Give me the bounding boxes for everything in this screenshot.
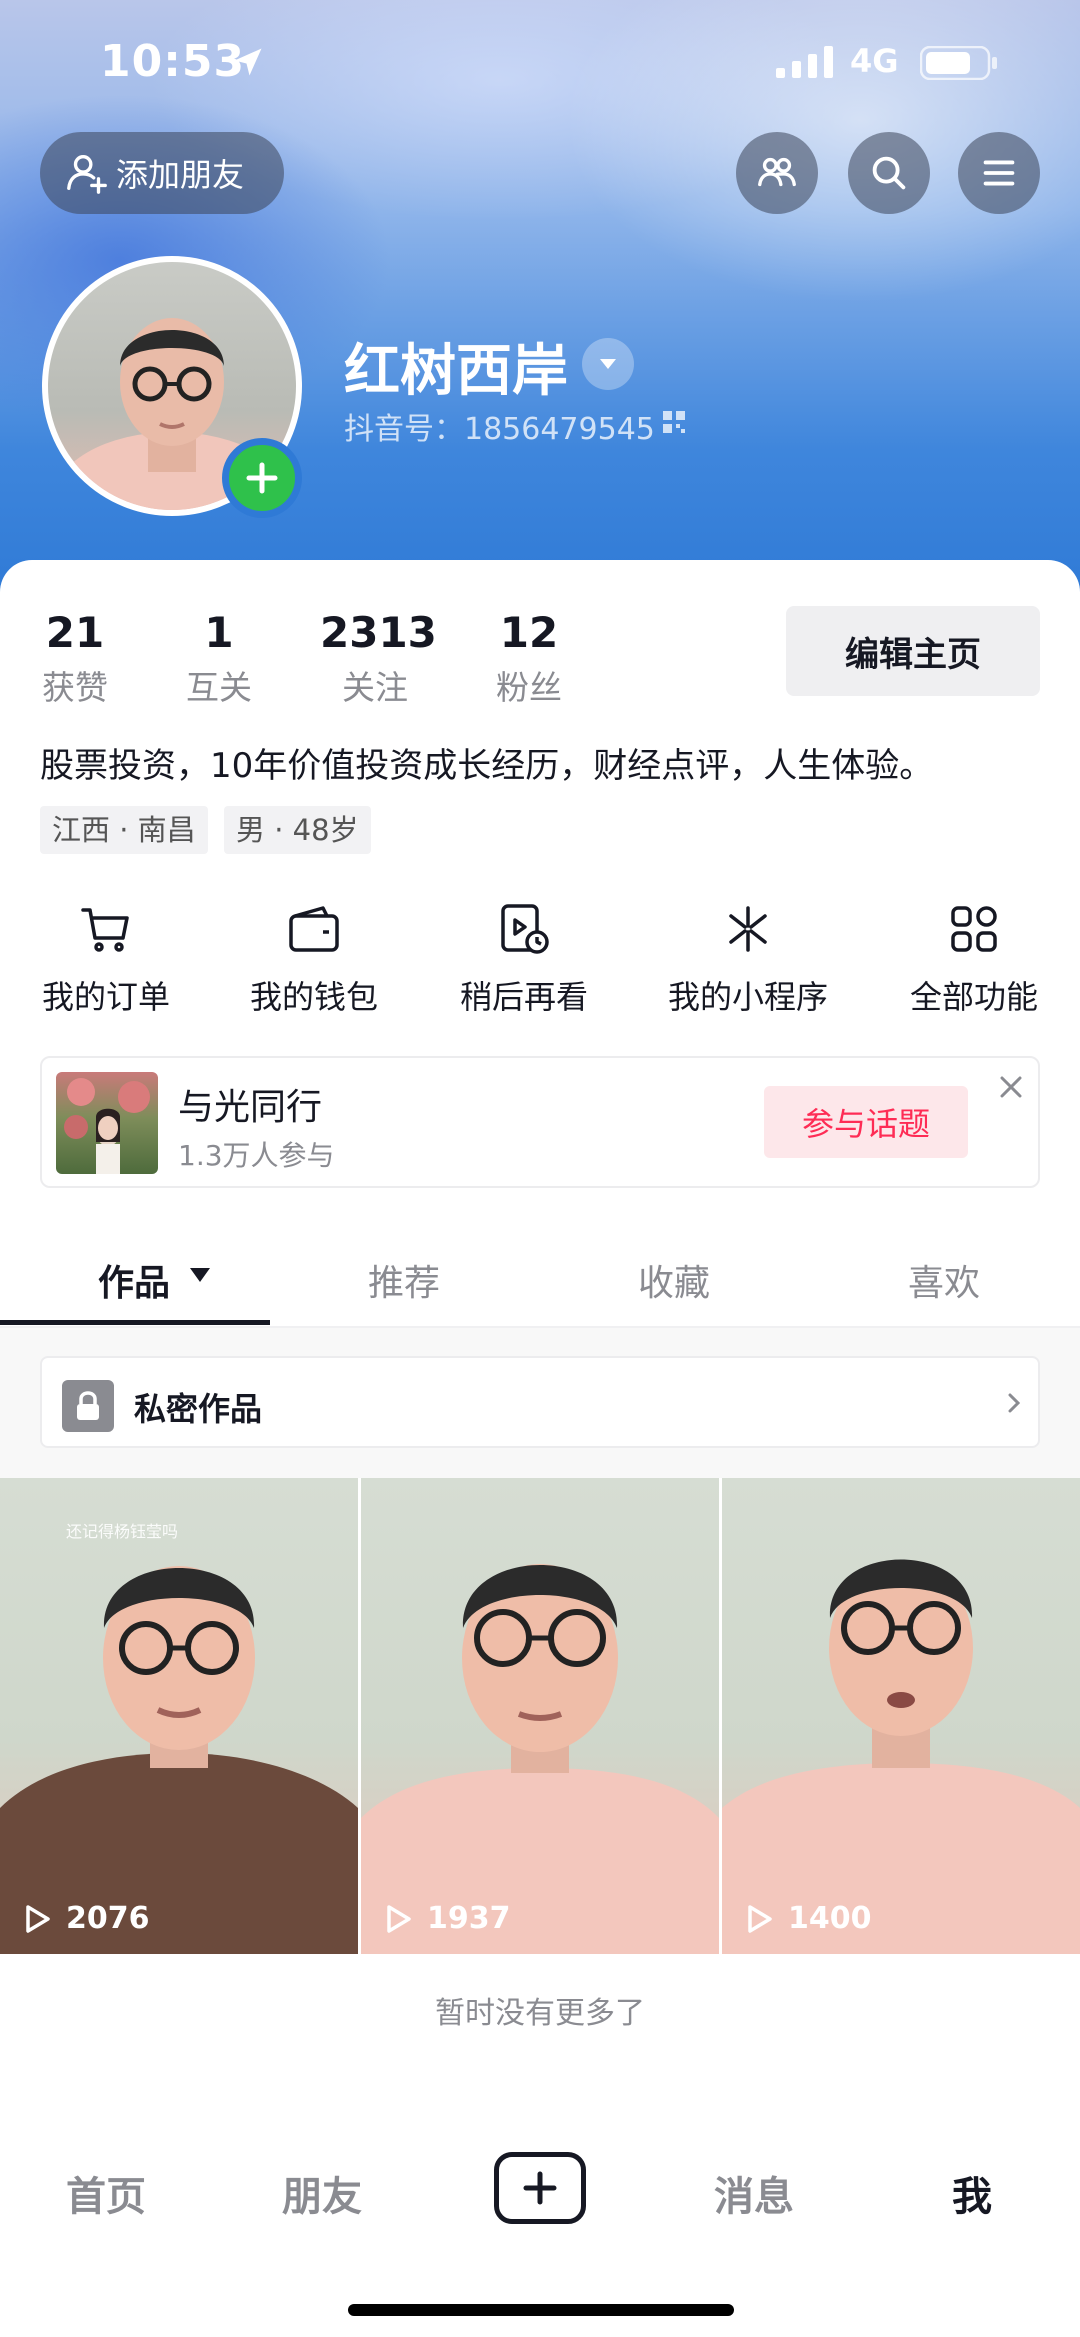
watch-later-icon [501, 904, 549, 954]
location-tag: 江西 · 南昌 [40, 806, 208, 854]
video-thumbnail[interactable]: 还记得杨钰莹吗 2076 [0, 1478, 358, 1954]
all-functions-icon [951, 906, 997, 952]
play-count-value: 1400 [788, 1901, 872, 1936]
location-arrow-icon [234, 48, 262, 76]
my-orders-button[interactable]: 我的订单 [6, 900, 206, 1018]
tab-favorites[interactable]: 收藏 [638, 1254, 710, 1306]
nav-friends[interactable]: 朋友 [282, 2164, 362, 2222]
battery-icon [920, 46, 997, 80]
nav-messages[interactable]: 消息 [714, 2164, 794, 2222]
status-bar: 10:53 4G [0, 30, 1080, 100]
plus-icon [246, 462, 278, 494]
video-thumbnail[interactable]: 1400 [722, 1478, 1080, 1954]
play-icon [748, 1904, 772, 1933]
menu-button[interactable] [958, 132, 1040, 214]
play-count-value: 1937 [427, 1901, 511, 1936]
qr-code-icon[interactable] [662, 410, 686, 434]
video-frame [361, 1564, 719, 1954]
no-more-content-text: 暂时没有更多了 [435, 1996, 645, 2031]
topic-participants: 1.3万人参与 [178, 1139, 335, 1172]
video-caption: 还记得杨钰莹吗 [66, 1522, 179, 1541]
mini-program-icon [729, 906, 767, 952]
mini-program-label: 我的小程序 [667, 978, 828, 1016]
nav-me[interactable]: 我 [952, 2164, 992, 2222]
topic-title: 与光同行 [178, 1087, 323, 1128]
play-count-value: 2076 [66, 1901, 150, 1936]
stat-followers-label: 粉丝 [496, 668, 562, 707]
search-icon [872, 156, 906, 190]
stat-likes[interactable]: 21 获赞 [40, 608, 110, 709]
play-count: 1937 [381, 1901, 511, 1936]
play-icon [26, 1904, 50, 1933]
close-icon[interactable] [996, 1072, 1026, 1102]
signal-icon [776, 46, 833, 78]
add-friend-button[interactable]: 添加朋友 [40, 132, 284, 214]
account-switch-button[interactable] [582, 338, 634, 390]
video-thumbnail[interactable]: 1937 [361, 1478, 719, 1954]
friends-button[interactable] [736, 132, 818, 214]
avatar-add-button[interactable] [222, 438, 302, 518]
search-button[interactable] [848, 132, 930, 214]
add-user-icon [67, 155, 107, 194]
status-time: 10:53 [100, 36, 246, 87]
gender-age-tag: 男 · 48岁 [224, 806, 371, 854]
stat-following-label: 关注 [342, 668, 408, 707]
nav-home[interactable]: 首页 [66, 2164, 146, 2222]
stat-mutual-number: 1 [204, 608, 234, 657]
stat-likes-label: 获赞 [42, 668, 108, 707]
my-orders-label: 我的订单 [41, 978, 170, 1016]
mini-program-button[interactable]: 我的小程序 [648, 900, 848, 1018]
edit-profile-button[interactable]: 编辑主页 [786, 606, 1040, 696]
my-wallet-label: 我的钱包 [249, 978, 378, 1016]
stat-followers[interactable]: 12 粉丝 [494, 608, 564, 709]
network-type: 4G [850, 42, 899, 80]
chevron-right-icon [1008, 1393, 1021, 1413]
tab-works[interactable]: 作品 [98, 1254, 170, 1306]
friends-icon [758, 157, 796, 187]
profile-nickname: 红树西岸 [344, 339, 568, 404]
watch-later-button[interactable]: 稍后再看 [424, 900, 624, 1018]
wallet-icon [289, 906, 339, 952]
plus-icon [523, 2171, 557, 2205]
add-friend-label: 添加朋友 [116, 156, 245, 194]
home-indicator [348, 2304, 734, 2316]
play-icon [387, 1904, 411, 1933]
tab-recommend[interactable]: 推荐 [368, 1254, 440, 1306]
join-topic-button[interactable]: 参与话题 [764, 1086, 968, 1158]
topic-banner[interactable]: 与光同行 1.3万人参与 参与话题 [40, 1056, 1040, 1188]
stat-mutual-label: 互关 [186, 668, 252, 707]
private-works-label: 私密作品 [134, 1390, 263, 1428]
play-count: 1400 [742, 1901, 872, 1936]
tab-likes[interactable]: 喜欢 [908, 1254, 980, 1306]
private-works-row[interactable]: 私密作品 [40, 1356, 1040, 1448]
stat-followers-number: 12 [499, 608, 559, 657]
watch-later-label: 稍后再看 [459, 978, 588, 1016]
video-frame [722, 1559, 1080, 1954]
stat-following-number: 2313 [320, 608, 437, 657]
caret-down-icon[interactable] [188, 1266, 212, 1284]
stat-mutual[interactable]: 1 互关 [184, 608, 254, 709]
video-frame [0, 1566, 358, 1954]
all-functions-button[interactable]: 全部功能 [874, 900, 1074, 1018]
stat-following[interactable]: 2313 关注 [320, 608, 437, 709]
lock-icon [62, 1380, 114, 1432]
all-functions-label: 全部功能 [909, 978, 1038, 1016]
stat-likes-number: 21 [45, 608, 105, 657]
my-wallet-button[interactable]: 我的钱包 [214, 900, 414, 1018]
topic-thumbnail [56, 1072, 158, 1174]
cart-icon [81, 908, 129, 952]
menu-icon [983, 160, 1015, 186]
triangle-down-icon [600, 359, 616, 369]
profile-bio: 股票投资，10年价值投资成长经历，财经点评，人生体验。 [40, 746, 934, 786]
create-button[interactable] [494, 2152, 586, 2224]
douyin-id: 抖音号：1856479545 [344, 412, 655, 447]
play-count: 2076 [20, 1901, 150, 1936]
active-tab-indicator [0, 1320, 270, 1325]
